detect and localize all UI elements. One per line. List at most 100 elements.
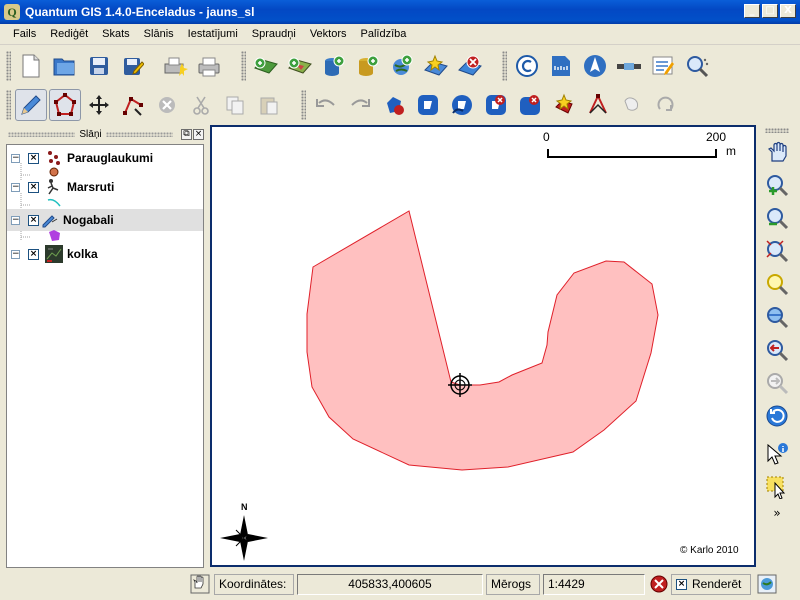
zoom-in-icon[interactable] (762, 170, 792, 200)
toolbar-grip[interactable] (301, 90, 306, 120)
cut-features-icon[interactable] (185, 89, 217, 121)
add-postgis-layer-icon[interactable] (318, 50, 350, 82)
add-ring-icon[interactable] (412, 89, 444, 121)
menu-spraudni[interactable]: Spraudņi (245, 28, 303, 40)
refresh-icon[interactable] (762, 401, 792, 431)
zoom-full-icon[interactable] (762, 236, 792, 266)
move-feature-icon[interactable] (83, 89, 115, 121)
layer-row-marsruti[interactable]: − × Marsruti (7, 176, 203, 198)
node-tool-icon[interactable] (117, 89, 149, 121)
toolbar-overflow-button[interactable]: » (760, 506, 794, 520)
menu-palidziba[interactable]: Palīdzība (354, 28, 414, 40)
save-as-icon[interactable] (117, 50, 149, 82)
add-wms-layer-icon[interactable] (386, 50, 418, 82)
layer-row-kolka[interactable]: − × kolka (7, 243, 203, 265)
zoom-out-icon[interactable] (762, 203, 792, 233)
expand-toggle[interactable]: − (11, 153, 20, 163)
measure-line-icon[interactable] (613, 50, 645, 82)
dock-grip[interactable] (105, 132, 173, 137)
copyright-label-icon[interactable] (511, 50, 543, 82)
dock-close-button[interactable]: × (193, 129, 204, 140)
zoom-last-icon[interactable] (762, 335, 792, 365)
zoom-next-icon[interactable] (762, 368, 792, 398)
print-icon[interactable] (193, 50, 225, 82)
capture-polygon-icon[interactable] (49, 89, 81, 121)
coordinates-field[interactable]: 405833,400605 (297, 573, 483, 595)
menu-rediget[interactable]: Rediģēt (43, 28, 95, 40)
menu-skats[interactable]: Skats (95, 28, 137, 40)
open-project-icon[interactable] (49, 50, 81, 82)
status-bar: Koordinātes: 405833,400605 Mērogs 1:4429… (0, 568, 800, 600)
delete-ring-icon[interactable] (480, 89, 512, 121)
scale-field[interactable]: 1:4429 (543, 573, 645, 595)
stop-render-icon[interactable] (649, 574, 669, 594)
identify-features-icon[interactable] (762, 439, 792, 469)
layer-visibility-checkbox[interactable]: × (28, 248, 39, 260)
coordinate-toggle-icon[interactable] (190, 574, 210, 594)
add-raster-layer-icon[interactable] (284, 50, 316, 82)
map-canvas[interactable]: 0 200 m N © Karlo 2010 (210, 125, 756, 567)
expand-toggle[interactable]: − (11, 249, 20, 259)
toolbar-grip[interactable] (765, 128, 789, 133)
title-bar: Q Quantum GIS 1.4.0-Enceladus - jauns_sl… (0, 0, 800, 24)
delete-part-icon[interactable] (514, 89, 546, 121)
expand-toggle[interactable]: − (11, 215, 20, 225)
menu-bar: Fails Rediģēt Skats Slānis Iestatījumi S… (0, 24, 800, 45)
polygon-feature[interactable] (306, 210, 659, 471)
print-composer-icon[interactable] (159, 50, 191, 82)
close-button[interactable]: X (780, 4, 796, 18)
merge-features-icon[interactable] (616, 89, 648, 121)
layer-visibility-checkbox[interactable]: × (28, 214, 39, 226)
toolbar-grip[interactable] (502, 51, 507, 81)
copy-features-icon[interactable] (219, 89, 251, 121)
toolbar-grip[interactable] (6, 51, 11, 81)
render-toggle[interactable]: × Renderēt (671, 573, 751, 595)
pan-icon[interactable] (762, 137, 792, 167)
render-checkbox[interactable]: × (676, 578, 687, 590)
maximize-button[interactable]: □ (762, 4, 778, 18)
menu-iestatijumi[interactable]: Iestatījumi (181, 28, 245, 40)
scale-bar-icon[interactable] (545, 50, 577, 82)
reshape-features-icon[interactable] (548, 89, 580, 121)
add-spatialite-layer-icon[interactable] (352, 50, 384, 82)
annotation-icon[interactable] (647, 50, 679, 82)
layer-visibility-checkbox[interactable]: × (28, 181, 39, 193)
menu-slanis[interactable]: Slānis (137, 28, 181, 40)
menu-vektors[interactable]: Vektors (303, 28, 354, 40)
save-project-icon[interactable] (83, 50, 115, 82)
toolbar-grip[interactable] (241, 51, 246, 81)
layer-row-parauglaukumi[interactable]: − × Parauglaukumi (7, 147, 203, 169)
toolbar-grip[interactable] (6, 90, 11, 120)
new-vector-layer-icon[interactable] (420, 50, 452, 82)
expand-toggle[interactable]: − (11, 182, 20, 192)
rotate-point-symbols-icon[interactable] (650, 89, 682, 121)
north-arrow-icon[interactable] (579, 50, 611, 82)
qgis-app-icon[interactable]: Q (4, 4, 20, 20)
select-features-icon[interactable] (762, 472, 792, 502)
add-island-icon[interactable] (446, 89, 478, 121)
dock-float-button[interactable]: ⧉ (181, 129, 192, 140)
line-symbol-legend (47, 198, 61, 207)
add-vector-layer-icon[interactable] (250, 50, 282, 82)
identify-icon[interactable] (681, 50, 713, 82)
toggle-editing-icon[interactable] (15, 89, 47, 121)
projection-status-icon[interactable] (757, 574, 777, 594)
minimize-button[interactable]: _ (744, 4, 760, 18)
split-features-icon[interactable] (582, 89, 614, 121)
layer-name: Marsruti (67, 180, 115, 194)
remove-layer-icon[interactable] (454, 50, 486, 82)
layer-row-nogabali[interactable]: − × Nogabali (7, 209, 203, 231)
zoom-to-layer-icon[interactable] (762, 302, 792, 332)
paste-features-icon[interactable] (253, 89, 285, 121)
dock-grip[interactable] (8, 132, 76, 137)
simplify-feature-icon[interactable] (378, 89, 410, 121)
zoom-to-selection-icon[interactable] (762, 269, 792, 299)
scale-bar-min-label: 0 (543, 130, 550, 144)
delete-selected-icon[interactable] (151, 89, 183, 121)
layer-visibility-checkbox[interactable]: × (28, 152, 39, 164)
new-project-icon[interactable] (15, 50, 47, 82)
redo-icon[interactable] (344, 89, 376, 121)
north-label: N (241, 502, 248, 512)
undo-icon[interactable] (310, 89, 342, 121)
menu-fails[interactable]: Fails (6, 28, 43, 40)
